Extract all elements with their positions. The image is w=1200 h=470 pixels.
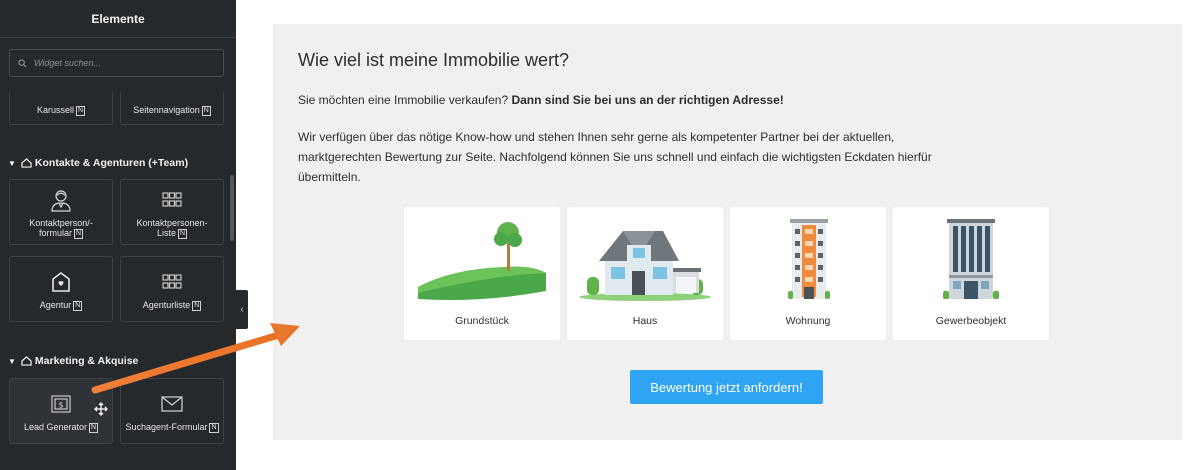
land-plot-illustration — [418, 222, 546, 300]
search-icon — [18, 58, 27, 67]
section-title: Kontakte & Agenturen (+Team) — [34, 157, 189, 169]
house-outline-icon — [21, 158, 32, 168]
widget-label: Agenturliste — [142, 300, 191, 310]
house-outline-icon — [21, 356, 32, 366]
description-text: Wir verfügen über das nötige Know-how un… — [298, 127, 998, 187]
n-badge: N — [73, 301, 83, 311]
n-badge: N — [201, 106, 211, 116]
property-card-haus[interactable]: Haus — [567, 207, 723, 340]
property-card-label: Gewerbeobjekt — [935, 315, 1007, 327]
section-marketing-akquise[interactable]: ▼ Marketing & Akquise — [8, 355, 138, 367]
search-placeholder: Widget suchen... — [34, 58, 101, 68]
office-building-illustration — [943, 219, 999, 299]
widget-label: Suchagent-Formular — [125, 422, 208, 432]
section-kontakte-agenturen[interactable]: ▼ Kontakte & Agenturen (+Team) — [8, 157, 188, 169]
contact-person-icon — [51, 190, 71, 212]
widget-lead-generator[interactable]: $ Lead Generator N — [9, 378, 113, 444]
widget-label: Agentur — [39, 300, 72, 310]
n-badge: N — [75, 106, 86, 116]
widget-label: Lead Generator — [23, 422, 87, 432]
property-card-label: Grundstück — [455, 315, 509, 327]
sidebar-scrollbar[interactable] — [230, 175, 234, 241]
section-title: Marketing & Akquise — [34, 355, 139, 367]
elements-sidebar: Elemente Widget suchen... Karussell N Sei… — [0, 0, 236, 470]
n-badge: N — [73, 229, 84, 239]
widget-label: Kontaktpersonen- — [136, 218, 208, 228]
property-card-label: Haus — [632, 315, 658, 327]
apartment-building-illustration — [788, 219, 830, 299]
move-cursor-icon — [94, 402, 108, 416]
property-card-grundstueck[interactable]: Grundstück — [404, 207, 560, 340]
property-card-wohnung[interactable]: Wohnung — [730, 207, 886, 340]
widget-suchagent-formular[interactable]: Suchagent-Formular N — [120, 378, 224, 444]
widget-kontaktpersonen-liste[interactable]: Kontaktpersonen- Liste N — [120, 179, 224, 245]
svg-text:$: $ — [58, 401, 63, 410]
description-line: übermitteln. — [298, 170, 361, 184]
n-badge: N — [209, 423, 219, 433]
request-valuation-button[interactable]: Bewertung jetzt anfordern! — [630, 370, 823, 404]
page-heading: Wie viel ist meine Immobilie wert? — [298, 50, 570, 70]
description-line: Wir verfügen über das nötige Know-how un… — [298, 130, 895, 144]
widget-label: Seitennavigation — [133, 105, 200, 115]
widget-label: Liste — [156, 228, 176, 238]
collapse-sidebar-button[interactable]: ‹ — [236, 290, 248, 329]
n-badge: N — [177, 229, 188, 239]
valuation-section: Wie viel ist meine Immobilie wert? Sie m… — [273, 24, 1182, 440]
property-card-label: Wohnung — [785, 315, 831, 327]
caret-down-icon: ▼ — [8, 158, 16, 168]
grid-icon — [162, 192, 182, 207]
widget-karussell[interactable]: Karussell N — [9, 91, 113, 125]
intro-plain: Sie möchten eine Immobilie verkaufen? — [298, 93, 512, 107]
house-illustration — [579, 231, 711, 301]
chevron-left-icon: ‹ — [240, 304, 244, 315]
agency-house-icon — [52, 272, 70, 292]
widget-agentur[interactable]: Agentur N — [9, 256, 113, 322]
sidebar-title: Elemente — [91, 11, 145, 26]
envelope-icon — [161, 396, 183, 412]
widget-kontaktperson[interactable]: Kontaktperson/- formular N — [9, 179, 113, 245]
lead-generator-icon: $ — [51, 395, 71, 413]
widget-agenturliste[interactable]: Agenturliste N — [120, 256, 224, 322]
n-badge: N — [88, 423, 99, 433]
widget-search-input[interactable]: Widget suchen... — [9, 49, 224, 77]
widget-seitennavigation[interactable]: Seitennavigation N — [120, 91, 224, 125]
sidebar-header: Elemente — [0, 0, 236, 38]
grid-icon — [162, 274, 182, 289]
widget-label: formular — [38, 228, 72, 238]
description-line: marktgerechten Bewertung zur Seite. Nach… — [298, 150, 932, 164]
n-badge: N — [192, 301, 202, 311]
widget-label: Karussell — [36, 105, 74, 115]
property-card-gewerbeobjekt[interactable]: Gewerbeobjekt — [893, 207, 1049, 340]
intro-text: Sie möchten eine Immobilie verkaufen? Da… — [298, 93, 784, 107]
property-type-cards: Grundstück Haus Wohnung Gewerbeobjekt — [404, 207, 1049, 340]
caret-down-icon: ▼ — [8, 356, 16, 366]
widget-label: Kontaktperson/- — [29, 218, 93, 228]
intro-bold: Dann sind Sie bei uns an der richtigen A… — [511, 93, 784, 107]
